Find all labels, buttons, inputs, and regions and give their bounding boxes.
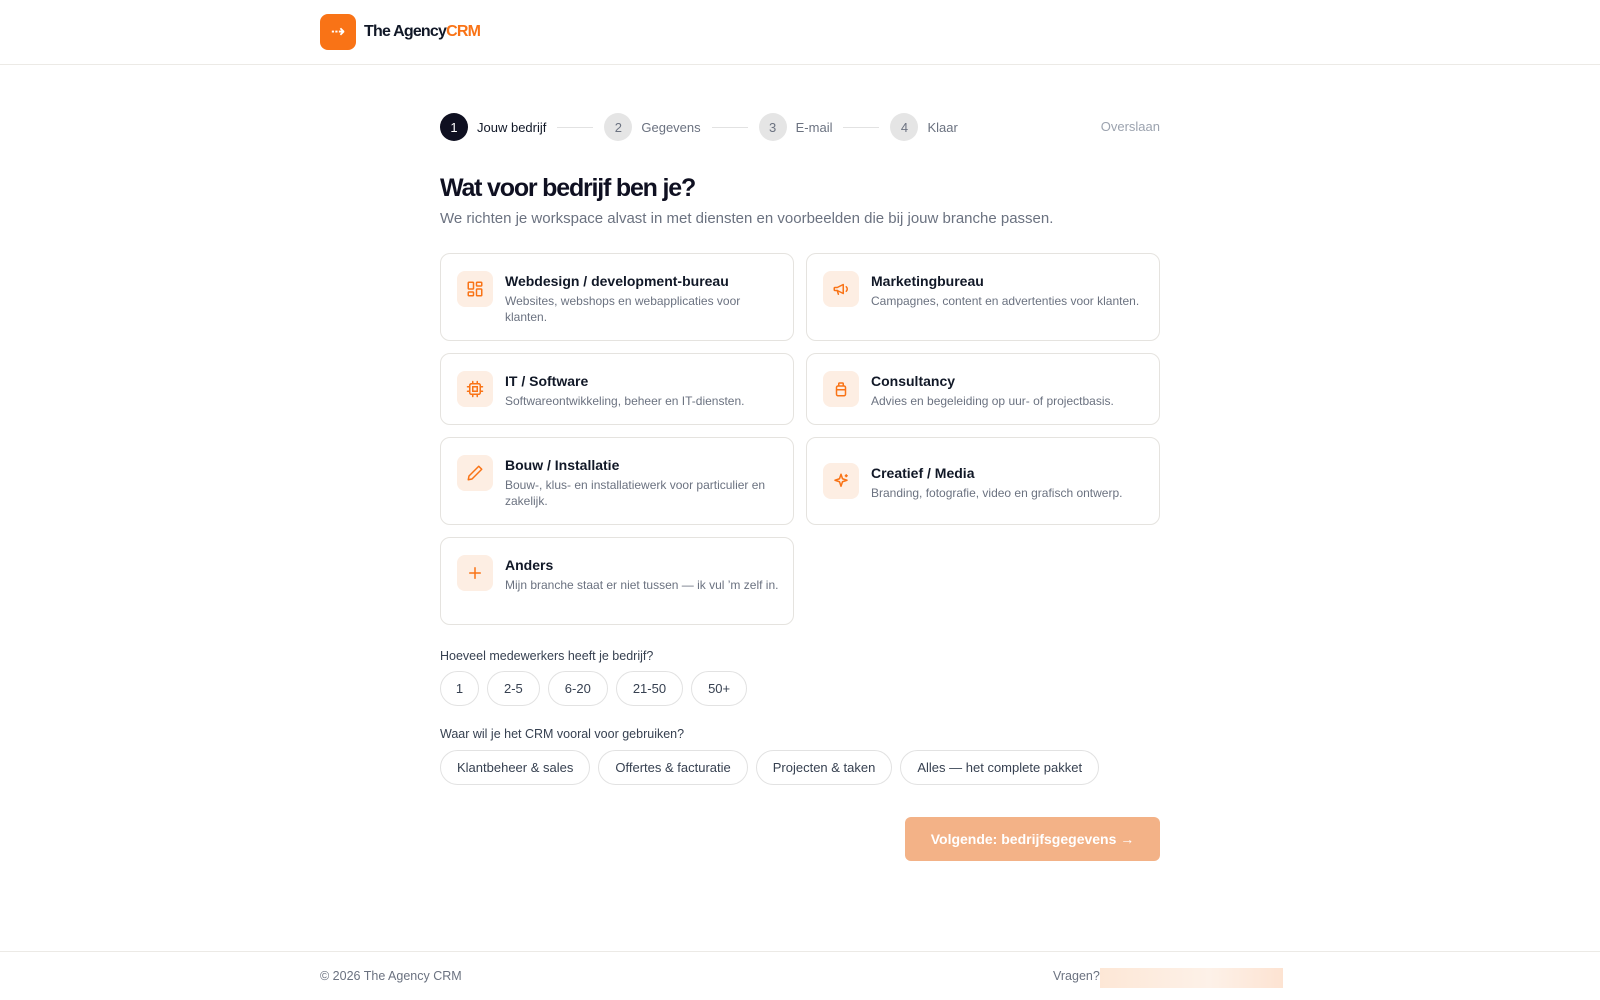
step-number: 4 — [890, 113, 919, 141]
pencil-icon — [457, 455, 493, 491]
business-type-card-it-software[interactable]: IT / Software Softwareontwikkeling, behe… — [440, 353, 794, 425]
card-title: Webdesign / development-bureau — [505, 273, 729, 289]
briefcase-icon — [823, 371, 859, 407]
plus-icon — [457, 555, 493, 591]
card-title: Anders — [505, 557, 554, 573]
step-number: 3 — [758, 113, 787, 141]
employees-question: Hoeveel medewerkers heeft je bedrijf? — [440, 649, 654, 663]
usage-options: Klantbeheer & sales Offertes & facturati… — [440, 750, 1100, 785]
usage-question: Waar wil je het CRM vooral voor gebruike… — [440, 727, 685, 741]
step-email: 3 E-mail — [758, 113, 833, 141]
top-bar: ⇢ The AgencyCRM — [0, 0, 1600, 65]
onboarding-stepper: 1 Jouw bedrijf 2 Gegevens 3 E-mail 4 Kla… — [440, 113, 1160, 141]
usage-option-alles[interactable]: Alles — het complete pakket — [900, 750, 1100, 785]
employees-option-21-50[interactable]: 21-50 — [615, 671, 684, 706]
employees-options: 1 2-5 6-20 21-50 50+ — [440, 671, 748, 706]
card-description: Mijn branche staat er niet tussen — ik v… — [505, 578, 779, 592]
usage-option-klantbeheer[interactable]: Klantbeheer & sales — [440, 750, 591, 785]
card-description: Bouw-, klus- en installatiewerk voor par… — [505, 478, 766, 508]
card-title: Marketingbureau — [871, 273, 984, 289]
employees-option-2-5[interactable]: 2-5 — [487, 671, 540, 706]
step-jouw-bedrijf: 1 Jouw bedrijf — [440, 113, 546, 141]
brand-logo[interactable]: ⇢ The AgencyCRM — [320, 14, 481, 50]
step-number: 1 — [440, 113, 468, 141]
card-title: IT / Software — [505, 373, 589, 389]
card-description: Websites, webshops en webapplicaties voo… — [505, 294, 741, 324]
questions-label: Vragen? — [1053, 969, 1100, 983]
sparkles-icon — [823, 463, 859, 499]
step-number: 2 — [604, 113, 633, 141]
card-description: Advies en begeleiding op uur- of project… — [871, 394, 1114, 408]
megaphone-icon — [823, 271, 859, 307]
page-title: Wat voor bedrijf ben je? — [440, 174, 696, 202]
usage-option-projecten[interactable]: Projecten & taken — [755, 750, 893, 785]
step-divider — [843, 126, 880, 128]
page-subtitle: We richten je workspace alvast in met di… — [440, 210, 1054, 227]
card-title: Consultancy — [871, 373, 956, 389]
card-description: Branding, fotografie, video en grafisch … — [871, 486, 1123, 500]
copyright: © 2026 The Agency CRM — [320, 969, 462, 983]
business-type-card-bouw-installatie[interactable]: Bouw / Installatie Bouw-, klus- en insta… — [440, 437, 794, 525]
card-description: Softwareontwikkeling, beheer en IT-diens… — [505, 394, 745, 408]
step-klaar: 4 Klaar — [890, 113, 958, 141]
layout-grid-icon — [457, 271, 493, 307]
step-label: E-mail — [795, 119, 833, 135]
step-divider — [711, 126, 748, 128]
step-label: Klaar — [927, 119, 958, 135]
brand-name-main: The Agency — [364, 23, 447, 40]
card-title: Creatief / Media — [871, 465, 975, 481]
step-divider — [557, 126, 594, 128]
employees-option-1[interactable]: 1 — [440, 671, 479, 706]
employees-option-50-plus[interactable]: 50+ — [691, 671, 748, 706]
next-button[interactable]: Volgende: bedrijfsgegevens → — [905, 817, 1160, 861]
business-type-card-marketing[interactable]: Marketingbureau Campagnes, content en ad… — [806, 253, 1160, 341]
cpu-icon — [457, 371, 493, 407]
usage-option-offertes[interactable]: Offertes & facturatie — [598, 750, 748, 785]
card-description: Campagnes, content en advertenties voor … — [871, 294, 1140, 308]
business-type-card-consultancy[interactable]: Consultancy Advies en begeleiding op uur… — [806, 353, 1160, 425]
help-contact-link[interactable] — [1100, 968, 1283, 988]
step-gegevens: 2 Gegevens — [604, 113, 701, 141]
step-label: Jouw bedrijf — [477, 119, 547, 135]
footer: © 2026 The Agency CRM Vragen? — [0, 951, 1600, 1000]
brand-name-accent: CRM — [446, 23, 481, 40]
brand-name: The AgencyCRM — [364, 23, 481, 41]
skip-link[interactable]: Overslaan — [1101, 119, 1160, 134]
employees-option-6-20[interactable]: 6-20 — [547, 671, 608, 706]
arrow-right-left-icon: ⇢ — [320, 14, 356, 50]
business-type-card-anders[interactable]: Anders Mijn branche staat er niet tussen… — [440, 537, 794, 625]
step-label: Gegevens — [641, 119, 701, 135]
business-type-card-creatief-media[interactable]: Creatief / Media Branding, fotografie, v… — [806, 437, 1160, 525]
card-title: Bouw / Installatie — [505, 457, 620, 473]
business-type-card-webdesign[interactable]: Webdesign / development-bureau Websites,… — [440, 253, 794, 341]
